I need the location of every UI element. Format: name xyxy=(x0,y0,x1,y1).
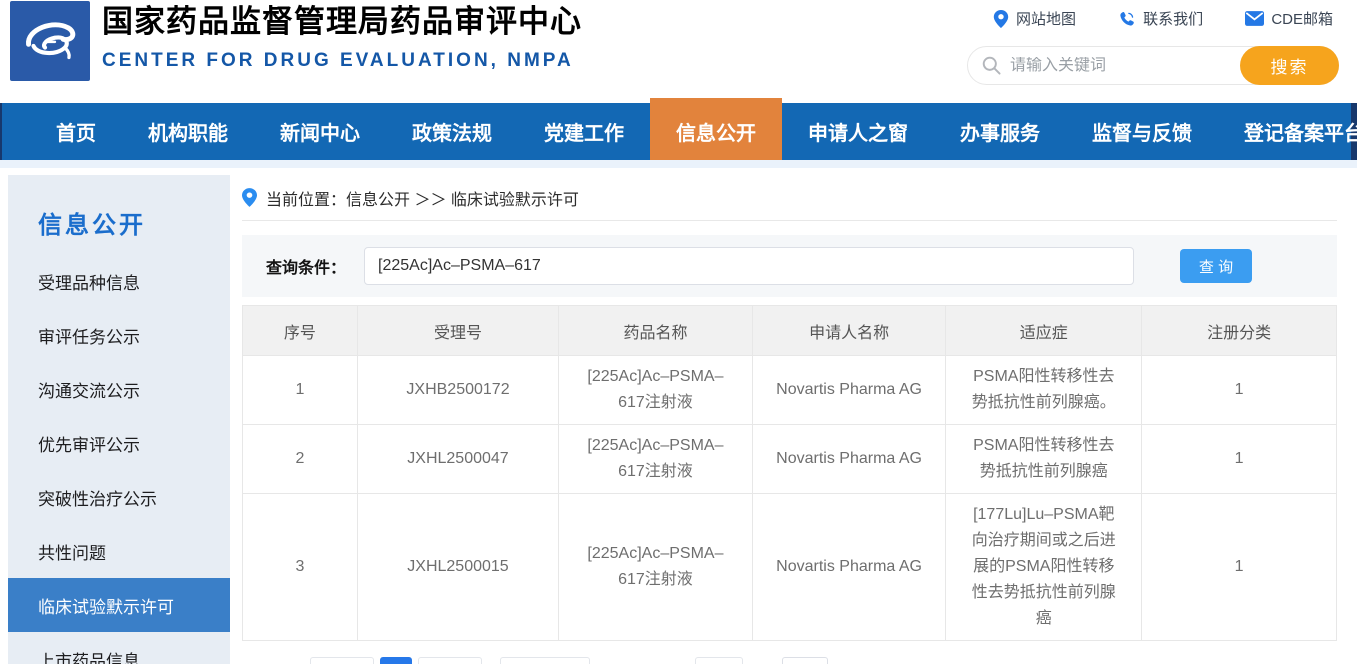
location-pin-icon xyxy=(242,188,257,207)
site-title-block: 国家药品监督管理局药品审评中心 CENTER FOR DRUG EVALUATI… xyxy=(102,2,582,72)
cell-indication: [177Lu]Lu–PSMA靶向治疗期间或之后进展的PSMA阳性转移性去势抵抗性… xyxy=(945,493,1143,641)
nav-item-services[interactable]: 办事服务 xyxy=(934,103,1066,160)
col-header-registration-class: 注册分类 xyxy=(1141,305,1337,356)
col-header-seq: 序号 xyxy=(242,305,358,356)
confirm-button[interactable]: 确定 xyxy=(781,657,828,664)
cell-acceptance-no: JXHL2500047 xyxy=(356,424,560,494)
table-row: 2 JXHL2500047 [225Ac]Ac–PSMA–617注射液 Nova… xyxy=(242,424,1337,494)
nav-item-applicant-window[interactable]: 申请人之窗 xyxy=(782,103,934,160)
cde-mail-link[interactable]: CDE邮箱 xyxy=(1245,8,1333,29)
cell-applicant: Novartis Pharma AG xyxy=(751,355,947,425)
query-input[interactable] xyxy=(364,247,1135,285)
sidebar-item-priority-review[interactable]: 优先审评公示 xyxy=(8,416,230,470)
header-right: 网站地图 联系我们 CDE邮箱 请输入关键词 搜索 xyxy=(967,8,1339,85)
cell-drug-name: [225Ac]Ac–PSMA–617注射液 xyxy=(558,424,753,494)
sitemap-label: 网站地图 xyxy=(1016,11,1077,28)
nav-under-strip xyxy=(0,160,1357,168)
pagination-group: 上一页 1 下一页 xyxy=(309,657,488,664)
sidebar-item-breakthrough-therapy[interactable]: 突破性治疗公示 xyxy=(8,470,230,524)
sidebar-item-clinical-trial-implied-license[interactable]: 临床试验默示许可 xyxy=(8,578,230,632)
cell-indication: PSMA阳性转移性去势抵抗性前列腺癌。 xyxy=(945,355,1143,425)
nav-item-party-building[interactable]: 党建工作 xyxy=(518,103,650,160)
map-pin-icon xyxy=(993,9,1009,28)
main-area: 信息公开 受理品种信息 审评任务公示 沟通交流公示 优先审评公示 突破性治疗公示… xyxy=(0,175,1357,664)
table-header-row: 序号 受理号 药品名称 申请人名称 适应症 注册分类 xyxy=(242,305,1337,356)
cde-mail-label: CDE邮箱 xyxy=(1271,11,1333,28)
cell-applicant: Novartis Pharma AG xyxy=(751,424,947,494)
cell-drug-name: [225Ac]Ac–PSMA–617注射液 xyxy=(558,355,753,425)
search-icon xyxy=(982,56,1001,75)
quick-links: 网站地图 联系我们 CDE邮箱 xyxy=(967,8,1339,29)
mail-icon xyxy=(1245,11,1265,26)
sidebar-title: 信息公开 xyxy=(38,212,146,239)
cell-seq: 3 xyxy=(242,493,358,641)
query-panel: 查询条件： 查 询 xyxy=(242,235,1337,297)
next-page-button[interactable]: 下一页 xyxy=(417,657,482,664)
table-row: 1 JXHB2500172 [225Ac]Ac–PSMA–617注射液 Nova… xyxy=(242,355,1337,425)
main-nav: 首页 机构职能 新闻中心 政策法规 党建工作 信息公开 申请人之窗 办事服务 监… xyxy=(2,98,1357,160)
cell-registration-class: 1 xyxy=(1141,355,1337,425)
col-header-acceptance-no: 受理号 xyxy=(356,305,560,356)
pagination: 共 3 条 上一页 1 下一页 10 条/页 到第 页 确定 xyxy=(242,657,1337,664)
cell-registration-class: 1 xyxy=(1141,424,1337,494)
cell-seq: 2 xyxy=(242,424,358,494)
sidebar-item-accepted-product-info[interactable]: 受理品种信息 xyxy=(8,254,230,308)
phone-icon xyxy=(1120,11,1134,26)
cde-logo-icon xyxy=(26,22,76,60)
site-header: 国家药品监督管理局药品审评中心 CENTER FOR DRUG EVALUATI… xyxy=(0,0,1357,103)
site-title-cn: 国家药品监督管理局药品审评中心 xyxy=(102,4,582,39)
main-nav-wrap: 首页 机构职能 新闻中心 政策法规 党建工作 信息公开 申请人之窗 办事服务 监… xyxy=(0,98,1357,160)
page-size-select[interactable]: 10 条/页 xyxy=(499,657,590,664)
nav-item-supervision-feedback[interactable]: 监督与反馈 xyxy=(1066,103,1218,160)
site-title-en: CENTER FOR DRUG EVALUATION, NMPA xyxy=(102,50,574,71)
nav-item-registration-platform[interactable]: 登记备案平台 xyxy=(1218,103,1357,160)
cde-logo xyxy=(10,1,90,81)
col-header-drug-name: 药品名称 xyxy=(558,305,753,356)
sidebar-item-review-task[interactable]: 审评任务公示 xyxy=(8,308,230,362)
results-table: 序号 受理号 药品名称 申请人名称 适应症 注册分类 1 JXHB2500172… xyxy=(242,305,1337,641)
sidebar-item-communication[interactable]: 沟通交流公示 xyxy=(8,362,230,416)
cell-seq: 1 xyxy=(242,355,358,425)
nav-item-news[interactable]: 新闻中心 xyxy=(254,103,386,160)
contact-label: 联系我们 xyxy=(1143,11,1204,28)
content: 当前位置：信息公开 ＞＞ 临床试验默示许可 查询条件： 查 询 序号 受理号 药… xyxy=(242,175,1337,664)
goto-page-input[interactable] xyxy=(694,657,743,664)
contact-link[interactable]: 联系我们 xyxy=(1118,8,1203,29)
table-row: 3 JXHL2500015 [225Ac]Ac–PSMA–617注射液 Nova… xyxy=(242,493,1337,641)
cell-acceptance-no: JXHB2500172 xyxy=(356,355,560,425)
nav-item-home[interactable]: 首页 xyxy=(30,103,122,160)
query-button[interactable]: 查 询 xyxy=(1180,249,1252,283)
cell-indication: PSMA阳性转移性去势抵抗性前列腺癌 xyxy=(945,424,1143,494)
cell-applicant: Novartis Pharma AG xyxy=(751,493,947,641)
cell-drug-name: [225Ac]Ac–PSMA–617注射液 xyxy=(558,493,753,641)
prev-page-button[interactable]: 上一页 xyxy=(309,657,374,664)
nav-item-policy[interactable]: 政策法规 xyxy=(386,103,518,160)
sidebar: 信息公开 受理品种信息 审评任务公示 沟通交流公示 优先审评公示 突破性治疗公示… xyxy=(8,175,230,664)
breadcrumb-text: 当前位置：信息公开 ＞＞ 临床试验默示许可 xyxy=(266,191,579,209)
breadcrumb: 当前位置：信息公开 ＞＞ 临床试验默示许可 xyxy=(242,175,1337,221)
cell-registration-class: 1 xyxy=(1141,493,1337,641)
nav-item-organization[interactable]: 机构职能 xyxy=(122,103,254,160)
query-label: 查询条件： xyxy=(266,260,347,277)
search-button[interactable]: 搜索 xyxy=(1240,46,1339,85)
page-number-button[interactable]: 1 xyxy=(379,657,412,664)
col-header-applicant: 申请人名称 xyxy=(751,305,947,356)
col-header-indication: 适应症 xyxy=(945,305,1143,356)
sidebar-item-common-issues[interactable]: 共性问题 xyxy=(8,524,230,578)
nav-item-info-disclosure[interactable]: 信息公开 xyxy=(650,98,782,160)
sidebar-item-marketed-drug-info[interactable]: 上市药品信息 xyxy=(8,632,230,664)
sitemap-link[interactable]: 网站地图 xyxy=(993,8,1076,29)
site-search: 搜索 xyxy=(967,46,1339,85)
cell-acceptance-no: JXHL2500015 xyxy=(356,493,560,641)
